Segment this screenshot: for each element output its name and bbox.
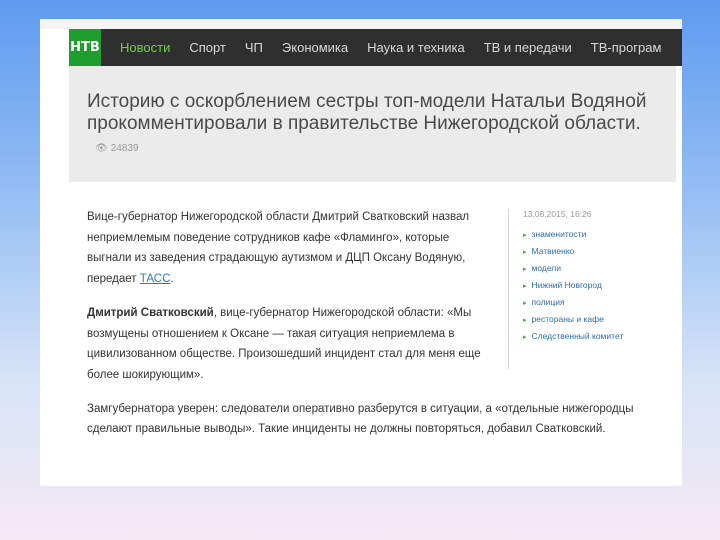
tag-item[interactable]: ▸ модели xyxy=(523,260,678,277)
article-paragraph: Замгубернатора уверен: следователи опера… xyxy=(87,402,634,436)
screenshot-frame: НТВ Новости Спорт ЧП Экономика Наука и т… xyxy=(40,19,682,486)
tag-list: ▸ знаменитости ▸ Матвиенко ▸ модели ▸ Нижний… xyxy=(523,226,678,345)
arrow-right-icon: ▸ xyxy=(523,317,527,324)
arrow-right-icon: ▸ xyxy=(523,249,527,256)
publish-date: 13.08.2015, 16:26 xyxy=(523,209,592,219)
headline-box: Историю с оскорблением сестры топ-модели… xyxy=(69,66,676,182)
tag-item[interactable]: ▸ рестораны и кафе xyxy=(523,311,678,328)
nav-links: Новости Спорт ЧП Экономика Наука и техни… xyxy=(120,40,680,55)
tass-link[interactable]: ТАСС xyxy=(140,273,171,285)
arrow-right-icon: ▸ xyxy=(523,300,527,307)
nav-item-tv-shows[interactable]: ТВ и передачи xyxy=(484,40,572,55)
tag-item[interactable]: ▸ Нижний Новгород xyxy=(523,277,678,294)
article-paragraph: Дмитрий Сватковский, вице-губернатор Ниж… xyxy=(87,306,481,381)
article-sidebar: 13.08.2015, 16:26 ▸ знаменитости ▸ Матвиен… xyxy=(508,209,678,369)
arrow-right-icon: ▸ xyxy=(523,232,527,239)
arrow-right-icon: ▸ xyxy=(523,266,527,273)
tag-item[interactable]: ▸ Следственный комитет xyxy=(523,328,678,345)
tag-item[interactable]: ▸ Матвиенко xyxy=(523,243,678,260)
nav-item-sport[interactable]: Спорт xyxy=(189,40,226,55)
nav-item-news[interactable]: Новости xyxy=(120,40,170,55)
arrow-right-icon: ▸ xyxy=(523,334,527,341)
article-headline: Историю с оскорблением сестры топ-модели… xyxy=(87,91,647,154)
nav-item-economy[interactable]: Экономика xyxy=(282,40,348,55)
quote-author: Дмитрий Сватковский xyxy=(87,306,214,319)
nav-item-tv-program[interactable]: ТВ-програм xyxy=(591,40,662,55)
nav-bar: НТВ Новости Спорт ЧП Экономика Наука и т… xyxy=(69,29,682,66)
view-counter: 👁 24839 xyxy=(95,143,139,154)
ntv-logo[interactable]: НТВ xyxy=(69,29,101,66)
tag-item[interactable]: ▸ полиция xyxy=(523,294,678,311)
eye-icon: 👁 xyxy=(95,143,108,154)
arrow-right-icon: ▸ xyxy=(523,283,527,290)
article-paragraph: Вице-губернатор Нижегородской области Дм… xyxy=(87,211,470,286)
nav-item-incidents[interactable]: ЧП xyxy=(245,40,263,55)
nav-item-science[interactable]: Наука и техника xyxy=(367,40,465,55)
top-strip xyxy=(40,19,682,29)
tag-item[interactable]: ▸ знаменитости xyxy=(523,226,678,243)
